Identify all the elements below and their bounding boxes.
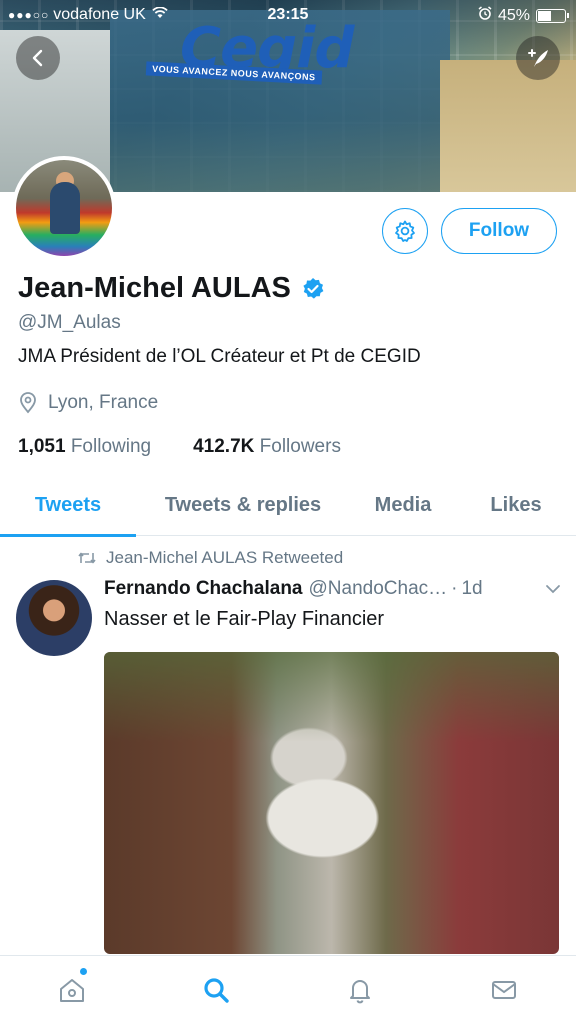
nav-search[interactable] — [144, 956, 288, 1024]
compose-feather-icon — [528, 49, 548, 67]
compose-tweet-button[interactable] — [516, 36, 560, 80]
search-icon — [204, 978, 229, 1003]
mail-icon — [492, 981, 516, 999]
nav-notifications[interactable] — [288, 956, 432, 1024]
following-stat[interactable]: 1,051 Following — [18, 436, 151, 458]
tab-tweets-replies[interactable]: Tweets & replies — [136, 474, 350, 536]
tweet-author-avatar[interactable] — [16, 580, 92, 656]
location-text: Lyon, France — [48, 392, 159, 413]
profile-avatar[interactable] — [12, 156, 116, 260]
followers-count: 412.7K — [193, 436, 255, 457]
retweet-label: Jean-Michel AULAS Retweeted — [106, 548, 344, 567]
retweet-indicator: Jean-Michel AULAS Retweeted — [78, 548, 343, 568]
profile-bio: JMA Président de l’OL Créateur et Pt de … — [18, 346, 421, 367]
following-count: 1,051 — [18, 436, 66, 457]
battery-percent: 45% — [497, 6, 530, 24]
settings-button[interactable] — [382, 208, 428, 254]
nav-messages[interactable] — [432, 956, 576, 1024]
retweet-icon — [78, 552, 96, 564]
home-notification-dot — [80, 968, 87, 975]
status-bar: ●●●○○ vodafone UK 23:15 45% — [0, 0, 576, 30]
profile-location: Lyon, France — [18, 392, 158, 414]
back-button[interactable] — [16, 36, 60, 80]
tweet-separator: · — [451, 578, 458, 599]
chevron-down-icon — [546, 585, 560, 594]
location-pin-icon — [20, 392, 36, 414]
bell-icon — [350, 980, 370, 1004]
alarm-icon — [478, 6, 492, 25]
tab-tweets[interactable]: Tweets — [0, 474, 136, 537]
tab-likes[interactable]: Likes — [456, 474, 576, 536]
follow-button[interactable]: Follow — [441, 208, 557, 254]
bottom-navigation — [0, 955, 576, 1024]
followers-label: Followers — [259, 436, 341, 457]
battery-icon — [536, 8, 569, 23]
tweet-text: Nasser et le Fair-Play Financier — [104, 608, 385, 630]
following-label: Following — [70, 436, 152, 457]
profile-stats: 1,051 Following 412.7K Followers — [18, 436, 341, 458]
banner-building-right — [440, 60, 576, 192]
tweet-time: 1d — [461, 578, 483, 599]
tweet-author-handle: @NandoChac… — [308, 578, 448, 599]
gear-icon — [395, 220, 415, 242]
nav-home[interactable] — [0, 956, 144, 1024]
home-icon — [60, 979, 84, 1002]
profile-name: Jean-Michel AULAS — [18, 272, 291, 304]
profile-tabs: Tweets Tweets & replies Media Likes — [0, 474, 576, 537]
followers-stat[interactable]: 412.7K Followers — [193, 436, 341, 458]
avatar-body — [50, 182, 80, 234]
tweet-media-video[interactable] — [104, 652, 559, 954]
tweet-menu-button[interactable] — [544, 580, 562, 604]
tweet-author-name[interactable]: Fernando Chachalana — [104, 578, 303, 600]
back-arrow-icon — [32, 49, 43, 67]
profile-handle: @JM_Aulas — [18, 312, 121, 333]
tab-media[interactable]: Media — [350, 474, 456, 536]
media-foliage — [104, 652, 559, 742]
tweet-header: Fernando Chachalana @NandoChac… · 1d — [104, 578, 562, 600]
profile-name-row: Jean-Michel AULAS — [18, 272, 325, 305]
verified-badge-icon — [303, 277, 324, 299]
